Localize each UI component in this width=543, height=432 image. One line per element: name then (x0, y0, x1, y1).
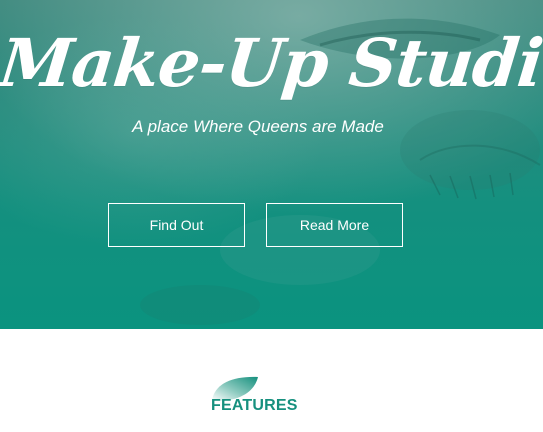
hero-section: Make-Up Studio A place Where Queens are … (0, 0, 543, 329)
hero-title: Make-Up Studio (0, 24, 543, 102)
hero-subtitle: A place Where Queens are Made (132, 117, 384, 136)
page: Make-Up Studio A place Where Queens are … (0, 0, 543, 432)
find-out-button[interactable]: Find Out (108, 203, 245, 247)
features-section: FEATURES (0, 329, 543, 432)
read-more-button[interactable]: Read More (266, 203, 403, 247)
features-heading: FEATURES (211, 397, 298, 414)
